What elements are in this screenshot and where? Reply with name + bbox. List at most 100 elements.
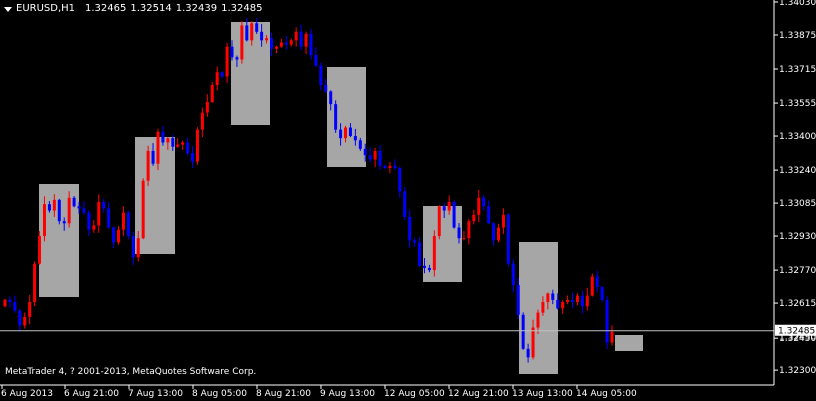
candle-body <box>605 299 609 343</box>
candle-body <box>210 84 214 103</box>
candle-body <box>501 214 505 228</box>
candle-body <box>457 227 461 239</box>
candle-body <box>230 46 234 58</box>
candle-body <box>235 57 239 60</box>
ohlc-high: 1.32514 <box>130 3 172 14</box>
chart-header: EURUSD,H1 1.32465 1.32514 1.32439 1.3248… <box>4 3 262 15</box>
candle-body <box>274 46 278 49</box>
candle-body <box>181 142 185 145</box>
candle-body <box>353 136 357 141</box>
candle-body <box>368 155 372 160</box>
price-tick-label: 1.34030 <box>779 0 816 8</box>
candle-body <box>398 167 402 192</box>
candle-body <box>339 129 343 139</box>
candle-body <box>403 191 407 217</box>
time-tick-label: 9 Aug 13:00 <box>320 389 375 399</box>
candle-body <box>600 287 604 300</box>
candle-body <box>388 165 392 168</box>
candle-body <box>472 214 476 222</box>
candle-body <box>284 42 288 45</box>
copyright-text: MetaTrader 4, ? 2001-2013, MetaQuotes So… <box>5 367 257 377</box>
price-tick-label: 1.32930 <box>779 232 816 242</box>
candle-body <box>294 31 298 41</box>
candle-body <box>452 202 456 228</box>
price-tick-label: 1.33875 <box>779 31 816 41</box>
highlight-box <box>327 67 366 167</box>
candle-body <box>467 221 471 239</box>
candle-body <box>334 104 338 130</box>
highlight-box <box>519 242 558 374</box>
candle-body <box>42 204 46 237</box>
candle-body <box>378 150 382 166</box>
time-tick-label: 14 Aug 05:00 <box>576 389 637 399</box>
candle-body <box>38 236 42 264</box>
candle-body <box>526 348 530 358</box>
candle-body <box>33 263 37 303</box>
time-tick-label: 6 Aug 21:00 <box>64 389 119 399</box>
candle-body <box>496 227 500 241</box>
candle-body <box>422 265 426 268</box>
candle-body <box>28 302 32 317</box>
candle-body <box>516 284 520 315</box>
candle-body <box>492 223 496 241</box>
candle-body <box>536 312 540 328</box>
candle-body <box>585 295 589 307</box>
candle-body <box>521 314 525 349</box>
candle-body <box>329 91 333 105</box>
candle-body <box>107 208 111 228</box>
candle-body <box>62 221 66 224</box>
candle-body <box>279 42 283 47</box>
candle-body <box>195 129 199 162</box>
candle-body <box>23 316 27 326</box>
candle-body <box>67 197 71 224</box>
candle-body <box>610 331 614 343</box>
candle-body <box>255 23 259 32</box>
candle-body <box>546 293 550 303</box>
candle-body <box>383 165 387 168</box>
symbol-timeframe: EURUSD,H1 <box>16 3 76 14</box>
candle-body <box>432 236 436 271</box>
candle-body <box>487 206 491 224</box>
candle-body <box>427 267 431 271</box>
candle-body <box>363 148 367 156</box>
highlight-box <box>135 137 175 254</box>
candle-body <box>117 229 121 243</box>
chart-menu-triangle-icon[interactable] <box>4 6 12 12</box>
time-tick-label: 8 Aug 05:00 <box>192 389 247 399</box>
ohlc-low: 1.32439 <box>175 3 218 14</box>
time-tick-label: 7 Aug 13:00 <box>128 389 183 399</box>
candle-body <box>240 25 244 60</box>
price-chart[interactable]: 1.34030 1.33875 1.33715 1.33555 1.33400 1.332… <box>0 0 816 401</box>
candle-body <box>112 227 116 243</box>
candle-body <box>57 199 61 222</box>
candle-body <box>482 197 486 207</box>
ohlc-close: 1.32485 <box>221 3 263 14</box>
candle-body <box>161 131 165 143</box>
highlight-box <box>423 206 462 282</box>
chart-window[interactable]: 1.34030 1.33875 1.33715 1.33555 1.33400 1.332… <box>0 0 816 401</box>
candle-body <box>413 240 417 243</box>
candle-body <box>373 150 377 160</box>
candle-body <box>191 153 195 162</box>
candle-body <box>393 165 397 168</box>
candle-body <box>571 299 575 303</box>
candle-body <box>215 72 219 85</box>
candle-body <box>551 293 555 300</box>
ohlc-open: 1.32465 <box>85 3 127 14</box>
candle-body <box>575 295 579 303</box>
candle-body <box>13 302 17 311</box>
candle-body <box>437 206 441 237</box>
candle-body <box>131 236 135 258</box>
candle-body <box>3 299 7 307</box>
candle-body <box>561 302 565 309</box>
candle-body <box>566 299 570 303</box>
candle-body <box>18 310 22 326</box>
price-tick-label: 1.33240 <box>779 166 816 176</box>
candle-body <box>418 242 422 266</box>
candle-body <box>225 46 229 77</box>
candle-body <box>87 212 91 230</box>
candle-body <box>324 84 328 92</box>
candle-body <box>304 33 308 47</box>
price-tick-label: 1.33085 <box>779 199 816 209</box>
candle-body <box>408 216 412 241</box>
